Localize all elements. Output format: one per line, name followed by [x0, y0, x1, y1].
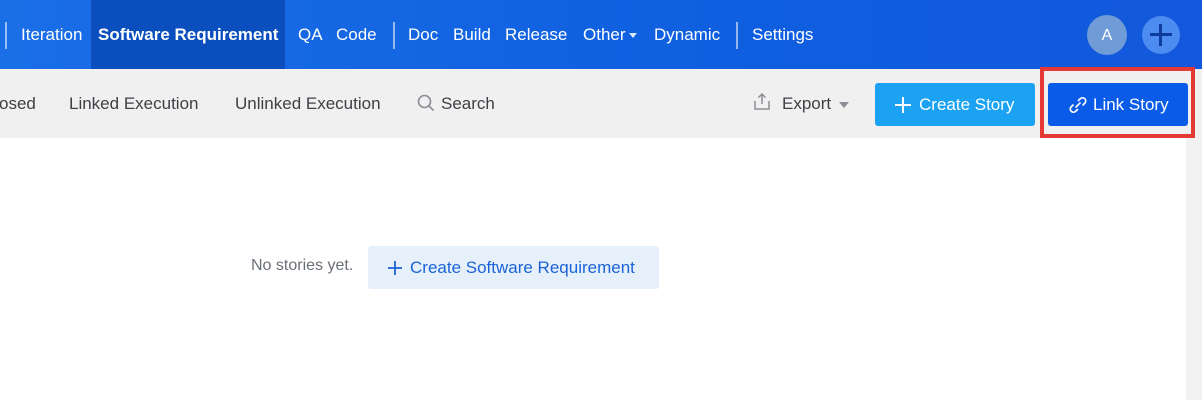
nav-item-qa[interactable]: QA — [298, 0, 323, 69]
nav-item-label: Other — [583, 25, 626, 44]
nav-item-label: Dynamic — [654, 25, 721, 44]
scrollbar-track[interactable] — [1186, 138, 1202, 400]
avatar-initial: A — [1101, 27, 1113, 44]
plus-icon — [388, 261, 402, 275]
empty-state-message: No stories yet. — [251, 257, 354, 274]
nav-separator — [5, 22, 7, 49]
nav-item-label: Iteration — [21, 25, 83, 44]
nav-item-label: Software Requirement — [98, 25, 279, 44]
tab-linked-execution[interactable]: Linked Execution — [69, 69, 198, 138]
search-label: Search — [441, 94, 495, 113]
tab-closed[interactable]: osed — [0, 69, 36, 138]
nav-item-dynamic[interactable]: Dynamic — [654, 0, 720, 69]
search-toggle[interactable]: Search — [417, 69, 495, 138]
create-story-label: Create Story — [919, 95, 1015, 114]
add-button[interactable] — [1142, 16, 1180, 54]
nav-item-label: Settings — [752, 25, 814, 44]
create-story-button[interactable]: Create Story — [875, 83, 1035, 126]
avatar[interactable]: A — [1087, 15, 1127, 55]
nav-item-settings[interactable]: Settings — [752, 0, 813, 69]
highlight-box — [1040, 67, 1195, 138]
top-nav-bar: Iteration Software Requirement QA Code D… — [0, 0, 1202, 69]
nav-item-software-requirement[interactable]: Software Requirement — [91, 0, 286, 69]
create-software-requirement-label: Create Software Requirement — [410, 258, 635, 277]
chevron-down-icon — [628, 33, 637, 39]
create-software-requirement-button[interactable]: Create Software Requirement — [368, 246, 659, 289]
nav-item-release[interactable]: Release — [505, 0, 567, 69]
nav-item-doc[interactable]: Doc — [408, 0, 438, 69]
nav-item-build[interactable]: Build — [453, 0, 491, 69]
nav-item-code[interactable]: Code — [336, 0, 377, 69]
nav-item-label: Code — [336, 25, 377, 44]
chevron-down-icon — [839, 101, 850, 108]
nav-item-label: QA — [298, 25, 323, 44]
nav-separator — [393, 22, 395, 49]
nav-item-label: Build — [453, 25, 491, 44]
nav-separator — [736, 22, 738, 49]
tab-unlinked-execution[interactable]: Unlinked Execution — [235, 69, 381, 138]
tab-label: osed — [0, 94, 36, 113]
nav-item-label: Doc — [408, 25, 439, 44]
tab-label: Unlinked Execution — [235, 94, 381, 113]
plus-icon — [895, 96, 911, 113]
export-dropdown[interactable]: Export — [752, 69, 850, 138]
export-label: Export — [782, 94, 832, 113]
tab-label: Linked Execution — [69, 94, 199, 113]
search-icon — [417, 94, 435, 112]
nav-item-iteration[interactable]: Iteration — [21, 0, 82, 69]
export-icon — [754, 92, 770, 110]
nav-item-other[interactable]: Other — [583, 0, 637, 69]
nav-item-label: Release — [505, 25, 568, 44]
